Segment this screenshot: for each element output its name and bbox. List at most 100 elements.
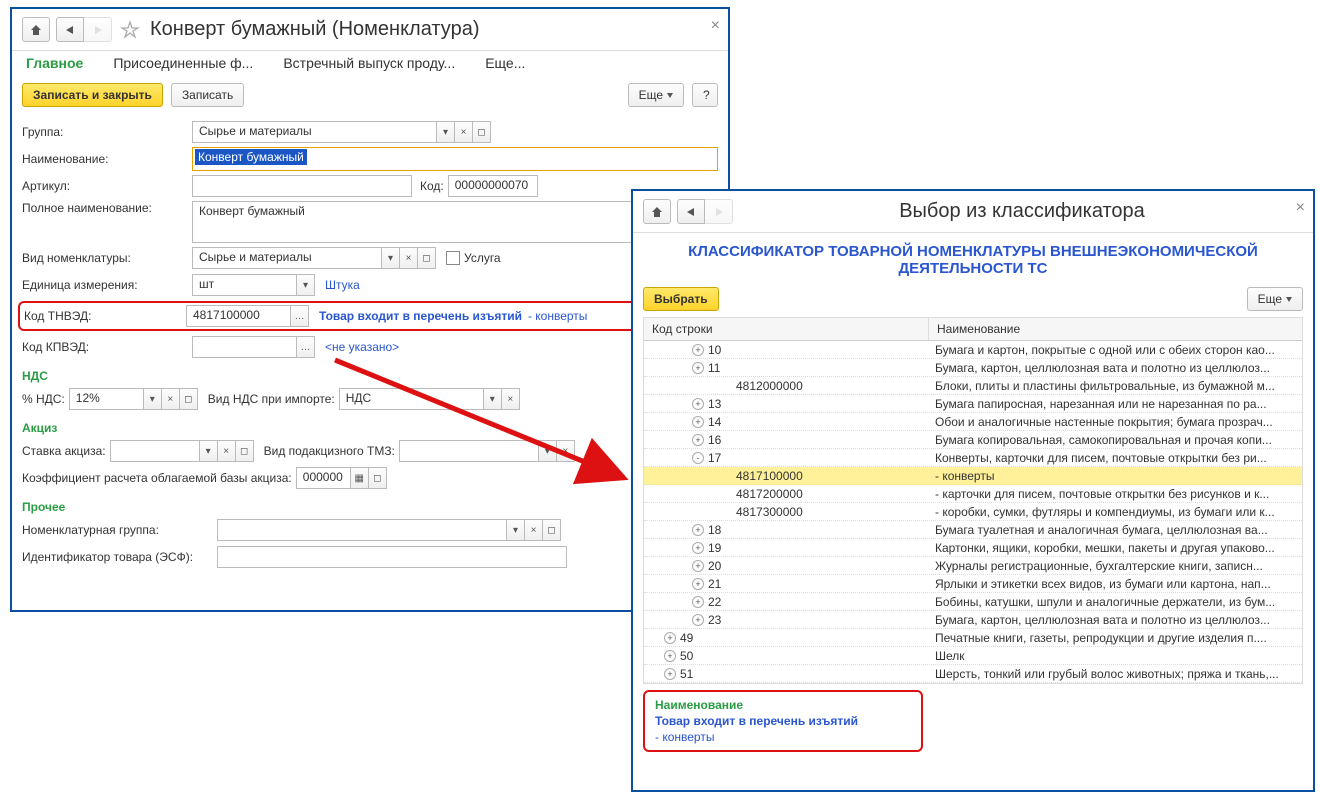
command-bar: Записать и закрыть Записать Еще ? [12,79,728,115]
row-name: Бумага копировальная, самокопировальная … [929,433,1302,447]
name-label: Наименование: [22,152,192,166]
code-input[interactable]: 00000000070 [448,175,538,197]
classifier-row[interactable]: +49Печатные книги, газеты, репродукции и… [644,629,1302,647]
expand-icon[interactable]: + [664,632,676,644]
help-button[interactable]: ? [692,83,718,107]
row-code: 11 [708,361,720,375]
form-body: Группа: Сырье и материалы▾×◻ Наименовани… [12,115,728,582]
more-button[interactable]: Еще [628,83,684,107]
service-checkbox[interactable] [446,251,460,265]
classifier-row[interactable]: +23Бумага, картон, целлюлозная вата и по… [644,611,1302,629]
kpved-label: Код КПВЭД: [22,340,192,354]
expand-icon[interactable]: + [692,434,704,446]
vat-pct-input[interactable]: 12%▾×◻ [69,388,198,410]
expand-icon[interactable]: + [692,560,704,572]
star-icon[interactable] [118,17,142,42]
col-name-header[interactable]: Наименование [929,318,1302,340]
excise-rate-input[interactable]: ▾×◻ [110,440,254,462]
expand-icon[interactable]: + [692,614,704,626]
save-close-button[interactable]: Записать и закрыть [22,83,163,107]
row-name: Бумага и картон, покрытые с одной или с … [929,343,1302,357]
expand-icon[interactable]: + [664,650,676,662]
row-name: Печатные книги, газеты, репродукции и др… [929,631,1302,645]
expand-icon[interactable]: - [692,452,704,464]
row-name: Бумага, картон, целлюлозная вата и полот… [929,613,1302,627]
home-button[interactable] [22,17,50,42]
nomtype-label: Вид номенклатуры: [22,251,192,265]
save-button[interactable]: Записать [171,83,244,107]
classifier-row[interactable]: +19 Картонки, ящики, коробки, мешки, паке… [644,539,1302,557]
back-button[interactable] [56,17,84,42]
classifier-row[interactable]: +13Бумага папиросная, нарезанная или не … [644,395,1302,413]
kpved-input[interactable]: … [192,336,315,358]
esf-input[interactable] [217,546,567,568]
footer-desc: - конверты [655,730,911,744]
nomgroup-label: Номенклатурная группа: [22,523,217,537]
home-button[interactable] [643,199,671,224]
more-button[interactable]: Еще [1247,287,1303,311]
article-input[interactable] [192,175,412,197]
classifier-row[interactable]: +21Ярлыки и этикетки всех видов, из бума… [644,575,1302,593]
nomgroup-input[interactable]: ▾×◻ [217,519,561,541]
excise-tmz-input[interactable]: ▾× [399,440,575,462]
classifier-row[interactable]: +20Журналы регистрационные, бухгалтерски… [644,557,1302,575]
tab-counter[interactable]: Встречный выпуск проду... [283,55,455,71]
titlebar: Конверт бумажный (Номенклатура) × [12,9,728,51]
row-name: Блоки, плиты и пластины фильтровальные, … [929,379,1302,393]
expand-icon[interactable]: + [692,596,704,608]
expand-icon[interactable]: + [692,542,704,554]
tab-attached[interactable]: Присоединенные ф... [113,55,253,71]
name-input[interactable]: Конверт бумажный [192,147,718,171]
close-icon[interactable]: × [711,17,720,35]
classifier-row[interactable]: +10Бумага и картон, покрытые с одной или… [644,341,1302,359]
classifier-row[interactable]: +51Шерсть, тонкий или грубый волос живот… [644,665,1302,683]
row-name: - конверты [929,469,1302,483]
classifier-row[interactable]: +14Обои и аналогичные настенные покрытия… [644,413,1302,431]
row-name: - коробки, сумки, футляры и компендиумы,… [929,505,1302,519]
row-code: 19 [708,541,721,555]
close-icon[interactable]: × [1296,199,1305,217]
group-input[interactable]: Сырье и материалы▾×◻ [192,121,491,143]
classifier-row[interactable]: 4817200000- карточки для писем, почтовые… [644,485,1302,503]
nomtype-input[interactable]: Сырье и материалы▾×◻ [192,247,436,269]
classifier-row[interactable]: 4812000000Блоки, плиты и пластины фильтр… [644,377,1302,395]
row-code: 4817200000 [736,487,803,501]
row-name: Конверты, карточки для писем, почтовые о… [929,451,1302,465]
unit-input[interactable]: шт▾ [192,274,315,296]
tnved-input[interactable]: 4817100000… [186,305,309,327]
unit-link[interactable]: Штука [325,278,360,292]
select-button[interactable]: Выбрать [643,287,719,311]
grid-body[interactable]: +10Бумага и картон, покрытые с одной или… [644,341,1302,683]
footer-msg: Товар входит в перечень изъятий [655,714,911,728]
kpved-hint: <не указано> [325,340,399,354]
classifier-row[interactable]: 4817300000- коробки, сумки, футляры и ко… [644,503,1302,521]
classifier-row[interactable]: +18Бумага туалетная и аналогичная бумага… [644,521,1302,539]
row-name: Картонки, ящики, коробки, мешки, пакеты … [929,541,1302,555]
excise-coef-input[interactable]: 000000▦◻ [296,467,387,489]
expand-icon[interactable]: + [692,524,704,536]
forward-button[interactable] [84,17,112,42]
row-name: Бумага папиросная, нарезанная или не нар… [929,397,1302,411]
row-code: 22 [708,595,721,609]
expand-icon[interactable]: + [692,362,704,374]
classifier-row[interactable]: +50Шелк [644,647,1302,665]
tnved-row-highlight: Код ТНВЭД: 4817100000… Товар входит в пе… [18,301,722,331]
tab-more[interactable]: Еще... [485,55,525,71]
classifier-row[interactable]: 4817100000- конверты [644,467,1302,485]
row-name: Шерсть, тонкий или грубый волос животных… [929,667,1302,681]
tab-main[interactable]: Главное [26,55,83,71]
forward-button[interactable] [705,199,733,224]
expand-icon[interactable]: + [692,416,704,428]
classifier-row[interactable]: +16 Бумага копировальная, самокопировальн… [644,431,1302,449]
expand-icon[interactable]: + [664,668,676,680]
back-button[interactable] [677,199,705,224]
expand-icon[interactable]: + [692,578,704,590]
expand-icon[interactable]: + [692,344,704,356]
classifier-row[interactable]: +11Бумага, картон, целлюлозная вата и по… [644,359,1302,377]
classifier-row[interactable]: +22Бобины, катушки, шпули и аналогичные … [644,593,1302,611]
vat-import-input[interactable]: НДС▾× [339,388,520,410]
row-code: 16 [708,433,721,447]
col-code-header[interactable]: Код строки [644,318,929,340]
classifier-row[interactable]: -17Конверты, карточки для писем, почтовы… [644,449,1302,467]
expand-icon[interactable]: + [692,398,704,410]
